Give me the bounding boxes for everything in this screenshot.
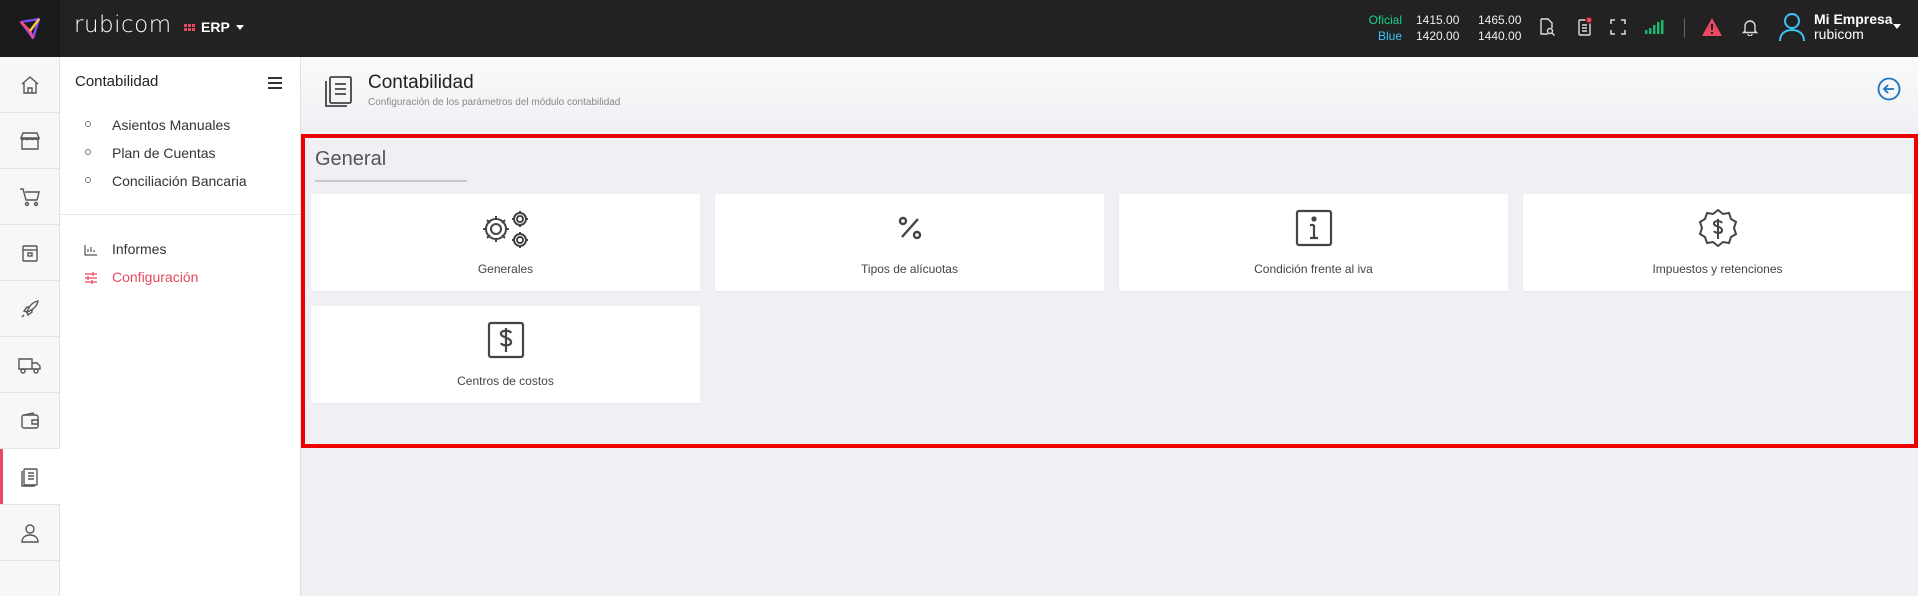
rail-item-rocket[interactable] [0,281,60,337]
user-company: rubicom [1814,26,1864,42]
back-arrow-icon[interactable] [1877,77,1901,101]
page-subtitle: Configuración de los parámetros del módu… [368,97,621,108]
submenu-item-configuracion[interactable]: Configuración [112,269,198,285]
card-tipos-alicuotas[interactable]: Tipos de alícuotas [715,194,1104,291]
submenu-item-asientos[interactable]: Asientos Manuales [112,117,230,133]
submenu-title: Contabilidad [75,73,159,90]
submenu-panel: Contabilidad Asientos Manuales Plan de C… [60,57,301,596]
general-section: General Generales Tipos de alícuotas Con… [301,134,1918,448]
home-icon [21,75,39,94]
main-content: Contabilidad Configuración de los paráme… [301,57,1918,596]
divider [60,214,300,215]
divider [1684,18,1685,38]
icon-rail [0,57,60,596]
alert-icon[interactable] [1701,16,1723,38]
rail-item-home[interactable] [0,57,60,113]
info-icon [1295,209,1332,247]
rate-label: Oficial [1368,13,1402,27]
caret-down-icon [1893,24,1901,29]
card-condicion-iva[interactable]: Condición frente al iva [1119,194,1508,291]
top-bar: rubicom ERP Oficial 1415.00 1465.00 Blue… [0,0,1918,57]
hamburger-menu-icon[interactable] [268,77,282,92]
user-name: Mi Empresa [1814,11,1893,27]
rate-row-blue: Blue 1420.00 1440.00 [1360,28,1528,44]
dollar-badge-icon [1698,208,1737,248]
rate-buy: 1420.00 [1416,29,1460,43]
rail-item-truck[interactable] [0,337,60,393]
bar-chart-icon [84,245,97,256]
brand-name: rubicom [74,12,172,38]
logo[interactable] [0,0,60,57]
page-title: Contabilidad [368,72,474,93]
card-label: Tipos de alícuotas [861,262,958,276]
caret-down-icon [235,24,244,30]
cart-icon [20,187,40,206]
submenu-item-plan-cuentas[interactable]: Plan de Cuentas [112,145,216,161]
page-header: Contabilidad Configuración de los paráme… [301,57,1918,132]
rail-item-store[interactable] [0,113,60,169]
user-menu[interactable]: Mi Empresa rubicom [1778,12,1901,42]
section-title: General [315,148,387,170]
wallet-icon [21,411,39,429]
submenu-item-informes[interactable]: Informes [112,241,166,257]
percent-icon [898,216,921,240]
card-impuestos-retenciones[interactable]: Impuestos y retenciones [1523,194,1912,291]
book-icon [21,467,38,487]
section-underline [315,180,467,182]
rocket-icon [21,299,39,317]
bullet-icon [85,177,91,183]
grid-icon [184,23,195,31]
rate-sell: 1465.00 [1478,13,1522,27]
user-icon [21,523,39,543]
clipboard-notification-icon[interactable] [1574,16,1596,38]
rate-sell: 1440.00 [1478,29,1522,43]
store-icon [19,131,41,150]
rail-item-accounting[interactable] [0,449,60,505]
bullet-icon [85,121,91,127]
rate-label: Blue [1377,29,1402,43]
sliders-icon [85,272,97,284]
bullet-icon [85,149,91,155]
book-icon [325,76,352,107]
signal-icon [1643,16,1665,38]
rail-item-user[interactable] [0,505,60,561]
rate-buy: 1415.00 [1416,13,1460,27]
submenu-item-conciliacion[interactable]: Conciliación Bancaria [112,173,247,189]
user-avatar-icon [1779,13,1805,42]
card-label: Condición frente al iva [1254,262,1373,276]
rail-item-cart[interactable] [0,169,60,225]
card-label: Generales [477,262,534,276]
gears-icon [482,211,528,248]
bell-icon[interactable] [1739,16,1761,38]
rail-item-box[interactable] [0,225,60,281]
logo-icon [19,17,41,39]
exchange-rates: Oficial 1415.00 1465.00 Blue 1420.00 144… [1360,12,1528,44]
module-label: ERP [201,19,230,35]
rate-row-oficial: Oficial 1415.00 1465.00 [1360,12,1528,28]
card-centros-costos[interactable]: Centros de costos [311,306,700,403]
box-icon [22,244,38,262]
module-selector[interactable]: ERP [184,19,244,35]
card-generales[interactable]: Generales [311,194,700,291]
card-label: Centros de costos [457,374,554,388]
rail-item-wallet[interactable] [0,393,60,449]
document-search-icon[interactable] [1536,16,1558,38]
dollar-box-icon [487,321,524,359]
fullscreen-icon[interactable] [1607,16,1629,38]
truck-icon [18,357,41,374]
card-label: Impuestos y retenciones [1652,262,1783,276]
